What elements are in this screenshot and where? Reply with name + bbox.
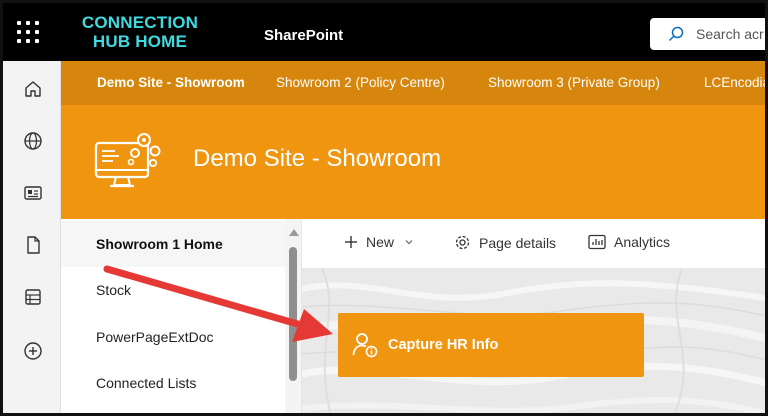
site-header: Demo Site - Showroom <box>61 105 765 219</box>
hub-navigation: Demo Site - Showroom Showroom 2 (Policy … <box>61 61 765 105</box>
add-icon[interactable] <box>23 341 43 361</box>
hub-nav-showroom-3[interactable]: Showroom 3 (Private Group) <box>488 75 660 90</box>
analytics-label: Analytics <box>614 234 671 250</box>
gear-icon <box>455 235 470 250</box>
file-icon[interactable] <box>23 235 43 255</box>
new-label: New <box>366 234 395 250</box>
suite-bar: CONNECTION HUB HOME SharePoint <box>3 3 765 61</box>
plus-icon <box>345 236 357 248</box>
search-box[interactable] <box>650 18 765 50</box>
app-bar <box>3 61 61 413</box>
app-launcher-icon[interactable] <box>17 21 41 45</box>
left-nav-connected-lists[interactable]: Connected Lists <box>61 360 285 406</box>
analytics-icon <box>588 234 606 250</box>
app-name[interactable]: SharePoint <box>264 27 343 44</box>
site-title[interactable]: Demo Site - Showroom <box>193 145 441 173</box>
left-nav-powerpageextdoc[interactable]: PowerPageExtDoc <box>61 314 285 360</box>
search-icon <box>668 26 684 42</box>
new-button[interactable]: New <box>344 234 414 250</box>
page-details-button[interactable]: Page details <box>454 234 556 251</box>
scrollbar-thumb[interactable] <box>289 247 297 381</box>
person-info-icon <box>352 333 378 358</box>
globe-icon[interactable] <box>23 131 43 151</box>
screenshot-frame: CONNECTION HUB HOME SharePoint Search ac… <box>0 0 768 416</box>
capture-hr-info-button[interactable]: Capture HR Info <box>338 313 644 377</box>
scroll-up-icon[interactable] <box>289 229 299 236</box>
search-input[interactable] <box>696 26 765 42</box>
command-bar: New Page details Analytics <box>302 219 765 269</box>
hub-brand-logo[interactable]: CONNECTION HUB HOME <box>65 13 215 51</box>
capture-hr-info-label: Capture HR Info <box>388 337 499 353</box>
home-icon[interactable] <box>23 79 43 99</box>
list-icon[interactable] <box>23 287 43 307</box>
analytics-button[interactable]: Analytics <box>588 234 670 250</box>
left-navigation: Showroom 1 Home Stock PowerPageExtDoc Co… <box>61 219 301 413</box>
computer-gears-icon[interactable] <box>93 129 163 193</box>
news-icon[interactable] <box>23 183 43 203</box>
hub-nav-showroom-2[interactable]: Showroom 2 (Policy Centre) <box>276 75 445 90</box>
page-details-label: Page details <box>479 234 557 251</box>
chevron-down-icon <box>405 240 413 245</box>
hub-nav-lcencodia[interactable]: LCEncodia <box>704 75 765 90</box>
left-nav-stock[interactable]: Stock <box>61 267 285 313</box>
hub-nav-demo-site[interactable]: Demo Site - Showroom <box>97 75 245 90</box>
left-nav-showroom-1-home[interactable]: Showroom 1 Home <box>61 221 285 267</box>
brand-line-2: HUB HOME <box>92 32 188 51</box>
brand-line-1: CONNECTION <box>81 13 199 32</box>
